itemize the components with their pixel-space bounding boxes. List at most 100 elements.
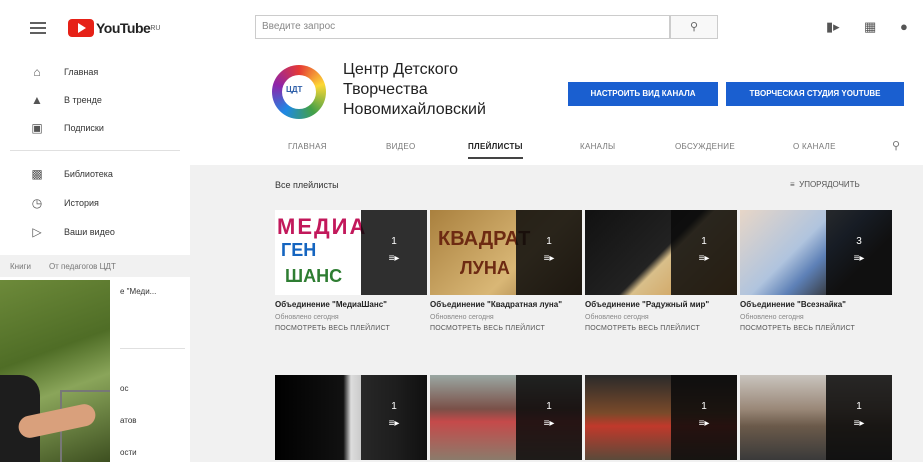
playlist-title[interactable]: Объединение "Радужный мир" (585, 300, 737, 310)
playlist-icon: ≡▸ (698, 253, 710, 264)
playlist-updated: Обновлено сегодня (275, 314, 339, 321)
sidebar-item-home[interactable]: ⌂ Главная (30, 62, 98, 82)
playlist-thumbnail[interactable]: МЕДИА ГЕН ШАНС 1 ≡▸ (275, 210, 427, 295)
playlist-count-overlay: 1 ≡▸ (671, 375, 737, 460)
playlist-thumbnail[interactable]: 1 ≡▸ (740, 375, 892, 460)
video-count: 1 (701, 401, 707, 412)
playlist-thumbnail[interactable]: 3 ≡▸ (740, 210, 892, 295)
tab-channels[interactable]: КАНАЛЫ (580, 142, 615, 151)
crumb-teachers[interactable]: От педагогов ЦДТ (49, 262, 116, 271)
playlist-thumbnail[interactable]: КВАДРАТ ЛУНА 1 ≡▸ (430, 210, 582, 295)
view-full-playlist-link[interactable]: ПОСМОТРЕТЬ ВЕСЬ ПЛЕЙЛИСТ (275, 325, 427, 332)
playlist-icon: ≡▸ (853, 418, 865, 429)
sidebar-item-label: В тренде (64, 95, 102, 105)
sidebar-item-trending[interactable]: ▲ В тренде (30, 90, 102, 110)
history-icon: ◷ (31, 196, 43, 210)
sidebar-item-subscriptions[interactable]: ▣ Подписки (30, 118, 104, 138)
tab-videos[interactable]: ВИДЕО (386, 142, 416, 151)
menu-icon[interactable] (30, 22, 46, 34)
playlist-card[interactable]: 1 ≡▸ (740, 375, 892, 460)
playlist-card[interactable]: 1 ≡▸ (430, 375, 582, 460)
sidebar-truncated-item[interactable]: е "Меди... (120, 287, 156, 296)
playlist-updated: Обновлено сегодня (585, 314, 649, 321)
channel-name: Центр Детского Творчества Новомихайловск… (343, 61, 486, 118)
youtube-logo[interactable]: YouTube RU (68, 18, 160, 38)
playlist-count-overlay: 3 ≡▸ (826, 210, 892, 295)
playlist-icon: ≡▸ (388, 253, 400, 264)
playlist-count-overlay: 1 ≡▸ (361, 375, 427, 460)
playlist-icon: ≡▸ (543, 418, 555, 429)
thumbnail-art-text: ШАНС (285, 266, 343, 286)
video-count: 1 (546, 236, 552, 247)
thumbnail-art-text: ГЕН (281, 240, 317, 260)
playlist-title[interactable]: Объединение "Всезнайка" (740, 300, 892, 310)
playlist-card[interactable]: 1 ≡▸ (275, 375, 427, 460)
sidebar-item-label: Ваши видео (64, 227, 115, 237)
play-icon (68, 19, 94, 37)
library-icon: ▩ (31, 167, 43, 181)
create-video-icon[interactable]: ▮▸ (826, 19, 840, 35)
playlist-card[interactable]: КВАДРАТ ЛУНА 1 ≡▸ Объединение "Квадратная… (430, 210, 582, 332)
playlist-card[interactable]: МЕДИА ГЕН ШАНС 1 ≡▸ Объединение "МедиаШан… (275, 210, 427, 332)
apps-icon[interactable]: ▦ (864, 19, 876, 35)
playlist-card[interactable]: 3 ≡▸ Объединение "Всезнайка" Обновлено се… (740, 210, 892, 332)
tab-playlists[interactable]: ПЛЕЙЛИСТЫ (468, 142, 523, 159)
playlist-icon: ≡▸ (853, 253, 865, 264)
logo-region: RU (150, 24, 161, 32)
sidebar-item-label: История (64, 198, 99, 208)
crumb-books[interactable]: Книги (10, 262, 31, 271)
search-button[interactable]: ⚲ (670, 15, 718, 39)
playlist-count-overlay: 1 ≡▸ (826, 375, 892, 460)
sort-icon: ≡ (790, 180, 800, 189)
sidebar-item-your-videos[interactable]: ▷ Ваши видео (30, 222, 115, 242)
video-count: 1 (391, 401, 397, 412)
search-input[interactable]: Введите запрос (255, 15, 670, 39)
view-full-playlist-link[interactable]: ПОСМОТРЕТЬ ВЕСЬ ПЛЕЙЛИСТ (585, 325, 737, 332)
sidebar-truncated-item[interactable]: ости (120, 448, 137, 457)
video-count: 1 (701, 236, 707, 247)
playlist-title[interactable]: Объединение "МедиаШанс" (275, 300, 427, 310)
playlist-count-overlay: 1 ≡▸ (516, 375, 582, 460)
playlist-count-overlay: 1 ≡▸ (671, 210, 737, 295)
avatar-text: ЦДТ (286, 85, 303, 94)
sidebar-divider (10, 150, 180, 151)
playlist-title[interactable]: Объединение "Квадратная луна" (430, 300, 582, 310)
tab-about[interactable]: О КАНАЛЕ (793, 142, 836, 151)
view-full-playlist-link[interactable]: ПОСМОТРЕТЬ ВЕСЬ ПЛЕЙЛИСТ (430, 325, 582, 332)
all-playlists-label[interactable]: Все плейлисты (275, 180, 339, 190)
tab-home[interactable]: ГЛАВНАЯ (288, 142, 327, 151)
sidebar-divider (120, 348, 185, 349)
channel-search-icon[interactable]: ⚲ (892, 139, 900, 152)
playlist-card[interactable]: 1 ≡▸ (585, 375, 737, 460)
playlist-icon: ≡▸ (543, 253, 555, 264)
thumbnail-art-text: ЛУНА (460, 258, 510, 278)
tab-discussion[interactable]: ОБСУЖДЕНИЕ (675, 142, 735, 151)
sidebar-item-label: Подписки (64, 123, 104, 133)
sidebar-item-library[interactable]: ▩ Библиотека (30, 164, 113, 184)
sort-label: УПОРЯДОЧИТЬ (799, 180, 860, 189)
video-count: 1 (391, 236, 397, 247)
view-full-playlist-link[interactable]: ПОСМОТРЕТЬ ВЕСЬ ПЛЕЙЛИСТ (740, 325, 892, 332)
playlist-icon: ≡▸ (388, 418, 400, 429)
video-count: 1 (546, 401, 552, 412)
thumbnail-art-text: МЕДИА (277, 214, 368, 239)
playlist-thumbnail[interactable]: 1 ≡▸ (430, 375, 582, 460)
notifications-icon[interactable]: ● (900, 19, 908, 34)
customize-channel-button[interactable]: НАСТРОИТЬ ВИД КАНАЛА (568, 82, 718, 106)
fire-icon: ▲ (31, 93, 43, 107)
your-videos-icon: ▷ (32, 225, 42, 239)
playlist-card[interactable]: 1 ≡▸ Объединение "Радужный мир" Обновлено… (585, 210, 737, 332)
sidebar-item-history[interactable]: ◷ История (30, 193, 99, 213)
playlist-thumbnail[interactable]: 1 ≡▸ (275, 375, 427, 460)
sidebar-truncated-item[interactable]: ос (120, 384, 128, 393)
playlists-section: Все плейлисты ≡ УПОРЯДОЧИТЬ МЕДИА ГЕН ША… (190, 165, 923, 462)
sidebar-truncated-item[interactable]: атов (120, 416, 137, 425)
playlist-thumbnail[interactable]: 1 ≡▸ (585, 375, 737, 460)
home-icon: ⌂ (33, 65, 41, 79)
sort-button[interactable]: ≡ УПОРЯДОЧИТЬ (790, 180, 860, 189)
playlist-thumbnail[interactable]: 1 ≡▸ (585, 210, 737, 295)
channel-avatar[interactable]: ЦДТ (272, 65, 326, 119)
studio-button[interactable]: ТВОРЧЕСКАЯ СТУДИЯ YOUTUBE (726, 82, 904, 106)
subscriptions-icon: ▣ (31, 121, 43, 135)
video-count: 1 (856, 401, 862, 412)
